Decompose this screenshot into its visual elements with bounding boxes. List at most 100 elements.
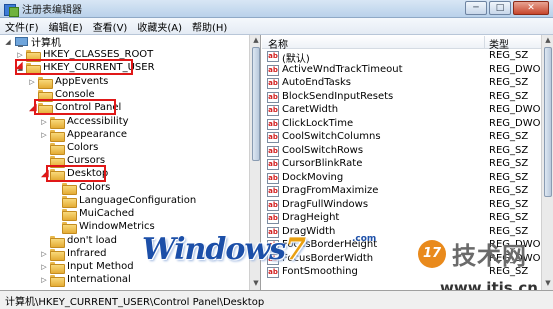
menu-help[interactable]: 帮助(H) bbox=[187, 19, 232, 34]
value-name: FontSmoothing bbox=[282, 266, 358, 277]
expand-arrow-icon[interactable]: ▷ bbox=[40, 276, 48, 284]
tree-item-languageconfiguration[interactable]: LanguageConfiguration bbox=[52, 194, 196, 208]
tree-item-appearance[interactable]: ▷ Appearance bbox=[40, 128, 127, 142]
red-arrow-icon: ◢ bbox=[41, 168, 49, 179]
tree-item-label: Input Method bbox=[67, 261, 134, 272]
expand-arrow-icon[interactable]: ▷ bbox=[40, 131, 48, 139]
watermark-brand: Windows bbox=[142, 232, 286, 267]
value-name: CoolSwitchRows bbox=[282, 144, 364, 156]
tree-item-input-method[interactable]: ▷ Input Method bbox=[40, 260, 134, 274]
value-row[interactable]: ab (默认) REG_SZ bbox=[262, 50, 542, 65]
expand-arrow-icon[interactable]: ▷ bbox=[40, 263, 48, 271]
windows7-watermark-logo: Windows7 bbox=[142, 232, 306, 267]
folder-icon bbox=[50, 248, 65, 261]
window-controls: ─ □ ✕ bbox=[465, 1, 549, 15]
value-type: REG_SZ bbox=[489, 77, 529, 88]
folder-icon bbox=[50, 274, 65, 287]
value-type: REG_SZ bbox=[489, 171, 529, 183]
tree-item-desktop-colors[interactable]: Colors bbox=[52, 181, 110, 195]
value-name: ClickLockTime bbox=[282, 117, 354, 129]
close-button[interactable]: ✕ bbox=[513, 1, 549, 15]
expand-arrow-icon[interactable]: ▷ bbox=[16, 51, 24, 59]
tree-item-colors[interactable]: Colors bbox=[40, 141, 99, 155]
value-row[interactable]: ab DragFullWindows REG_SZ bbox=[262, 199, 542, 212]
tree-item-infrared[interactable]: ▷ Infrared bbox=[40, 247, 106, 261]
string-value-icon: ab bbox=[267, 118, 279, 130]
tree-item-appevents[interactable]: ▷ AppEvents bbox=[28, 75, 108, 89]
highlight-box-hkcu bbox=[15, 59, 133, 75]
column-header-name[interactable]: 名称 bbox=[268, 36, 288, 51]
menu-view[interactable]: 查看(V) bbox=[88, 19, 133, 34]
tree-item-windowmetrics[interactable]: WindowMetrics bbox=[52, 220, 155, 234]
value-type: REG_SZ bbox=[489, 198, 529, 210]
column-divider[interactable] bbox=[484, 36, 485, 48]
value-name: CoolSwitchColumns bbox=[282, 131, 381, 142]
computer-icon bbox=[14, 36, 28, 47]
folder-icon bbox=[50, 235, 65, 248]
list-scrollbar[interactable]: ▲ ▼ bbox=[541, 35, 553, 290]
value-row[interactable]: ab CursorBlinkRate REG_SZ bbox=[262, 158, 542, 171]
value-name: AutoEndTasks bbox=[282, 77, 352, 88]
folder-icon bbox=[38, 76, 53, 89]
value-row[interactable]: ab ClickLockTime REG_DWORD bbox=[262, 117, 553, 131]
watermark-chinese-text: 技术网 bbox=[452, 242, 527, 270]
status-path: 计算机\HKEY_CURRENT_USER\Control Panel\Desk… bbox=[5, 296, 265, 308]
tree-item-computer[interactable]: ◢ 计算机 bbox=[4, 35, 61, 49]
expand-arrow-icon[interactable]: ▷ bbox=[28, 78, 36, 86]
value-row[interactable]: ab DockMoving REG_SZ bbox=[262, 172, 542, 185]
expand-arrow-icon[interactable]: ▷ bbox=[40, 250, 48, 258]
string-value-icon: ab bbox=[267, 51, 279, 62]
string-value-icon: ab bbox=[267, 186, 279, 197]
menu-favorites[interactable]: 收藏夹(A) bbox=[132, 19, 187, 34]
string-value-icon: ab bbox=[267, 78, 279, 89]
value-row[interactable]: ab CoolSwitchRows REG_SZ bbox=[262, 145, 542, 158]
tree-item-muicached[interactable]: MuiCached bbox=[52, 207, 134, 221]
scroll-thumb[interactable] bbox=[252, 47, 260, 161]
tree-item-label: International bbox=[67, 274, 131, 285]
folder-icon bbox=[62, 208, 77, 221]
value-row[interactable]: ab AutoEndTasks REG_SZ bbox=[262, 77, 542, 90]
menu-file[interactable]: 文件(F) bbox=[0, 19, 44, 34]
maximize-button[interactable]: □ bbox=[489, 1, 511, 15]
value-type: REG_SZ bbox=[489, 144, 529, 156]
expand-arrow-icon[interactable]: ▷ bbox=[40, 118, 48, 126]
value-row[interactable]: ab DragFromMaximize REG_SZ bbox=[262, 185, 542, 198]
folder-icon bbox=[62, 195, 77, 208]
column-header-type[interactable]: 类型 bbox=[489, 36, 509, 51]
folder-icon bbox=[26, 49, 41, 62]
value-type: REG_SZ bbox=[489, 212, 529, 223]
folder-icon bbox=[50, 142, 65, 155]
value-type: REG_SZ bbox=[489, 225, 529, 237]
scroll-up-icon[interactable]: ▲ bbox=[251, 35, 260, 45]
tree-item-label: don't load bbox=[67, 235, 118, 246]
tree-item-international[interactable]: ▷ International bbox=[40, 273, 131, 287]
scroll-down-icon[interactable]: ▼ bbox=[251, 278, 260, 288]
tree-item-accessibility[interactable]: ▷ Accessibility bbox=[40, 115, 129, 129]
red-arrow-icon: ◢ bbox=[29, 102, 37, 113]
menu-edit[interactable]: 编辑(E) bbox=[44, 19, 88, 34]
value-type: REG_SZ bbox=[489, 185, 529, 196]
value-name: CursorBlinkRate bbox=[282, 158, 363, 169]
string-value-icon: ab bbox=[267, 213, 279, 224]
scroll-up-icon[interactable]: ▲ bbox=[543, 35, 553, 45]
value-name: DragFullWindows bbox=[282, 198, 369, 210]
minimize-button[interactable]: ─ bbox=[465, 1, 487, 15]
value-row[interactable]: ab BlockSendInputResets REG_SZ bbox=[262, 91, 542, 104]
watermark-seven: 7 bbox=[285, 232, 306, 267]
tree-item-label: 计算机 bbox=[31, 38, 61, 49]
collapse-arrow-icon[interactable]: ◢ bbox=[4, 38, 12, 46]
string-value-icon: ab bbox=[267, 267, 279, 278]
string-value-icon: ab bbox=[267, 199, 279, 211]
string-value-icon: ab bbox=[267, 91, 279, 103]
tree-item-dont-load[interactable]: don't load bbox=[40, 234, 118, 248]
value-row[interactable]: ab ActiveWndTrackTimeout REG_DWORD bbox=[262, 64, 553, 77]
scroll-down-icon[interactable]: ▼ bbox=[543, 278, 553, 288]
window-title: 注册表编辑器 bbox=[22, 5, 82, 16]
value-name: DragFromMaximize bbox=[282, 185, 379, 196]
tree-item-label: WindowMetrics bbox=[79, 221, 155, 232]
tree-item-label: Colors bbox=[67, 142, 99, 153]
value-row[interactable]: ab DragHeight REG_SZ bbox=[262, 212, 542, 225]
value-row[interactable]: ab CaretWidth REG_DWORD bbox=[262, 104, 553, 117]
value-row[interactable]: ab CoolSwitchColumns REG_SZ bbox=[262, 131, 542, 144]
scroll-thumb[interactable] bbox=[544, 47, 552, 197]
